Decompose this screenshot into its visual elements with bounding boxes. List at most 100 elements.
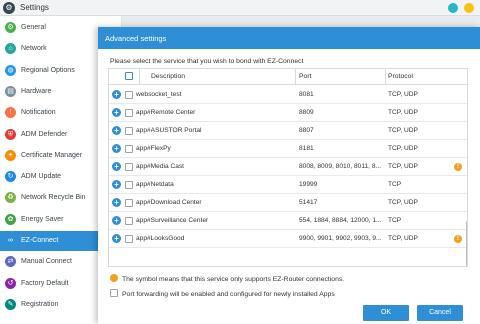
- select-all-checkbox[interactable]: [125, 72, 133, 80]
- column-description[interactable]: Description: [151, 73, 185, 80]
- shield-icon: ⛨: [5, 128, 16, 140]
- row-checkbox[interactable]: [125, 91, 133, 99]
- note-text: The symbol means that this service only …: [122, 276, 345, 283]
- service-table: Description Port Protocol + websocket_tes…: [108, 68, 468, 267]
- sidebar-item-label: ADM Defender: [21, 130, 68, 138]
- service-protocol: TCP: [388, 181, 402, 188]
- row-checkbox[interactable]: [125, 199, 133, 207]
- service-name: app#Surveillance Center: [136, 217, 209, 224]
- column-divider: [295, 69, 296, 85]
- cancel-button[interactable]: Cancel: [417, 305, 463, 321]
- table-row[interactable]: + websocket_test 8081 TCP, UDP: [109, 86, 467, 104]
- service-protocol: TCP, UDP: [388, 163, 418, 170]
- column-protocol[interactable]: Protocol: [388, 73, 413, 80]
- sidebar-item-label: Certificate Manager: [21, 151, 83, 159]
- registration-icon: ✎: [5, 298, 16, 310]
- column-port[interactable]: Port: [299, 73, 311, 80]
- recycle-bin-icon: ♻: [5, 192, 16, 204]
- table-row[interactable]: + app#Remote Center 8809 TCP, UDP: [109, 104, 467, 122]
- network-icon: ⌂: [5, 43, 16, 55]
- service-name: app#Media Cast: [136, 163, 185, 170]
- warning-icon: [110, 274, 118, 282]
- window-yellow-button[interactable]: [464, 3, 474, 13]
- sidebar-item-label: ADM Update: [21, 173, 62, 181]
- instruction-text: Please select the service that you wish …: [110, 58, 304, 65]
- service-protocol: TCP, UDP: [388, 127, 418, 134]
- notification-icon: !: [5, 107, 16, 119]
- warning-icon: !: [454, 163, 462, 171]
- title-bar: ⚙ Settings: [0, 0, 480, 16]
- globe-icon: ◍: [5, 64, 16, 76]
- row-checkbox[interactable]: [125, 163, 133, 171]
- service-port: 19999: [299, 181, 318, 188]
- sidebar-item-label: General: [21, 24, 46, 31]
- service-port: 8181: [299, 145, 314, 152]
- row-checkbox[interactable]: [125, 109, 133, 117]
- expand-plus-icon[interactable]: +: [112, 126, 121, 135]
- reset-icon: ↺: [5, 277, 16, 289]
- service-name: app#FlexPy: [136, 145, 171, 152]
- warning-icon: !: [454, 235, 462, 243]
- service-port: 8081: [299, 91, 314, 98]
- table-header: Description Port Protocol: [109, 69, 467, 85]
- port-forwarding-option[interactable]: Port forwarding will be enabled and conf…: [110, 289, 335, 298]
- certificate-icon: ✦: [5, 149, 16, 161]
- service-name: app#Remote Center: [136, 109, 196, 116]
- leaf-icon: ✿: [5, 213, 16, 225]
- ez-router-note: The symbol means that this service only …: [110, 274, 344, 283]
- service-name: app#Download Center: [136, 199, 202, 206]
- window-teal-button[interactable]: [448, 3, 458, 13]
- service-protocol: TCP, UDP: [388, 145, 418, 152]
- ok-button[interactable]: OK: [363, 305, 409, 321]
- expand-plus-icon[interactable]: +: [112, 180, 121, 189]
- dialog-header: Advanced settings: [98, 27, 480, 49]
- service-port: 8807: [299, 127, 314, 134]
- row-checkbox[interactable]: [125, 127, 133, 135]
- service-name: app#LooksGood: [136, 235, 185, 242]
- service-port: 8008, 8009, 8010, 8011, 8...: [299, 163, 382, 170]
- table-row[interactable]: + app#FlexPy 8181 TCP, UDP: [109, 140, 467, 158]
- row-checkbox[interactable]: [125, 181, 133, 189]
- service-protocol: TCP, UDP: [388, 109, 418, 116]
- general-icon: ⚙: [5, 22, 16, 33]
- service-port: 554, 1884, 8884, 12000, 1...: [299, 217, 382, 224]
- column-divider: [139, 69, 140, 85]
- app-title: Settings: [20, 3, 49, 12]
- sidebar-item-label: EZ-Connect: [21, 237, 59, 244]
- sidebar-item-label: Notification: [21, 109, 56, 117]
- expand-plus-icon[interactable]: +: [112, 144, 121, 153]
- row-checkbox[interactable]: [125, 145, 133, 153]
- expand-plus-icon[interactable]: +: [112, 162, 121, 171]
- row-checkbox[interactable]: [125, 217, 133, 225]
- table-row[interactable]: + app#Netdata 19999 TCP: [109, 176, 467, 194]
- expand-plus-icon[interactable]: +: [112, 108, 121, 117]
- dialog-title: Advanced settings: [105, 34, 167, 43]
- expand-plus-icon[interactable]: +: [112, 234, 121, 243]
- table-row[interactable]: + app#LooksGood 9900, 9901, 9902, 9903, 9.…: [109, 230, 467, 248]
- service-protocol: TCP, UDP: [388, 235, 418, 242]
- table-row[interactable]: + app#ASUSTOR Portal 8807 TCP, UDP: [109, 122, 467, 140]
- sidebar-item-label: Hardware: [21, 87, 52, 95]
- sidebar-item-label: Registration: [21, 300, 59, 308]
- table-row[interactable]: + app#Media Cast 8008, 8009, 8010, 8011, 8…: [109, 158, 467, 176]
- expand-plus-icon[interactable]: +: [112, 90, 121, 99]
- hardware-icon: ▤: [5, 85, 16, 97]
- sidebar-item-label: Regional Options: [21, 66, 75, 74]
- table-row[interactable]: + app#Download Center 51417 TCP, UDP: [109, 194, 467, 212]
- scrollbar-thumb[interactable]: [466, 221, 467, 266]
- scrollbar-track[interactable]: [467, 86, 468, 267]
- table-row[interactable]: + app#Surveillance Center 554, 1884, 8884,…: [109, 212, 467, 230]
- service-port: 8809: [299, 109, 314, 116]
- column-divider: [385, 69, 386, 85]
- expand-plus-icon[interactable]: +: [112, 216, 121, 225]
- settings-gear-icon: ⚙: [3, 2, 15, 14]
- port-forwarding-checkbox[interactable]: [110, 289, 118, 297]
- sidebar-item-label: Energy Saver: [21, 215, 64, 223]
- service-name: websocket_test: [136, 91, 182, 98]
- service-protocol: TCP, UDP: [388, 91, 418, 98]
- row-checkbox[interactable]: [125, 235, 133, 243]
- service-port: 9900, 9901, 9902, 9903, 9...: [299, 235, 382, 242]
- expand-plus-icon[interactable]: +: [112, 198, 121, 207]
- update-icon: ↻: [5, 171, 16, 183]
- manual-connect-icon: ⇄: [5, 256, 16, 268]
